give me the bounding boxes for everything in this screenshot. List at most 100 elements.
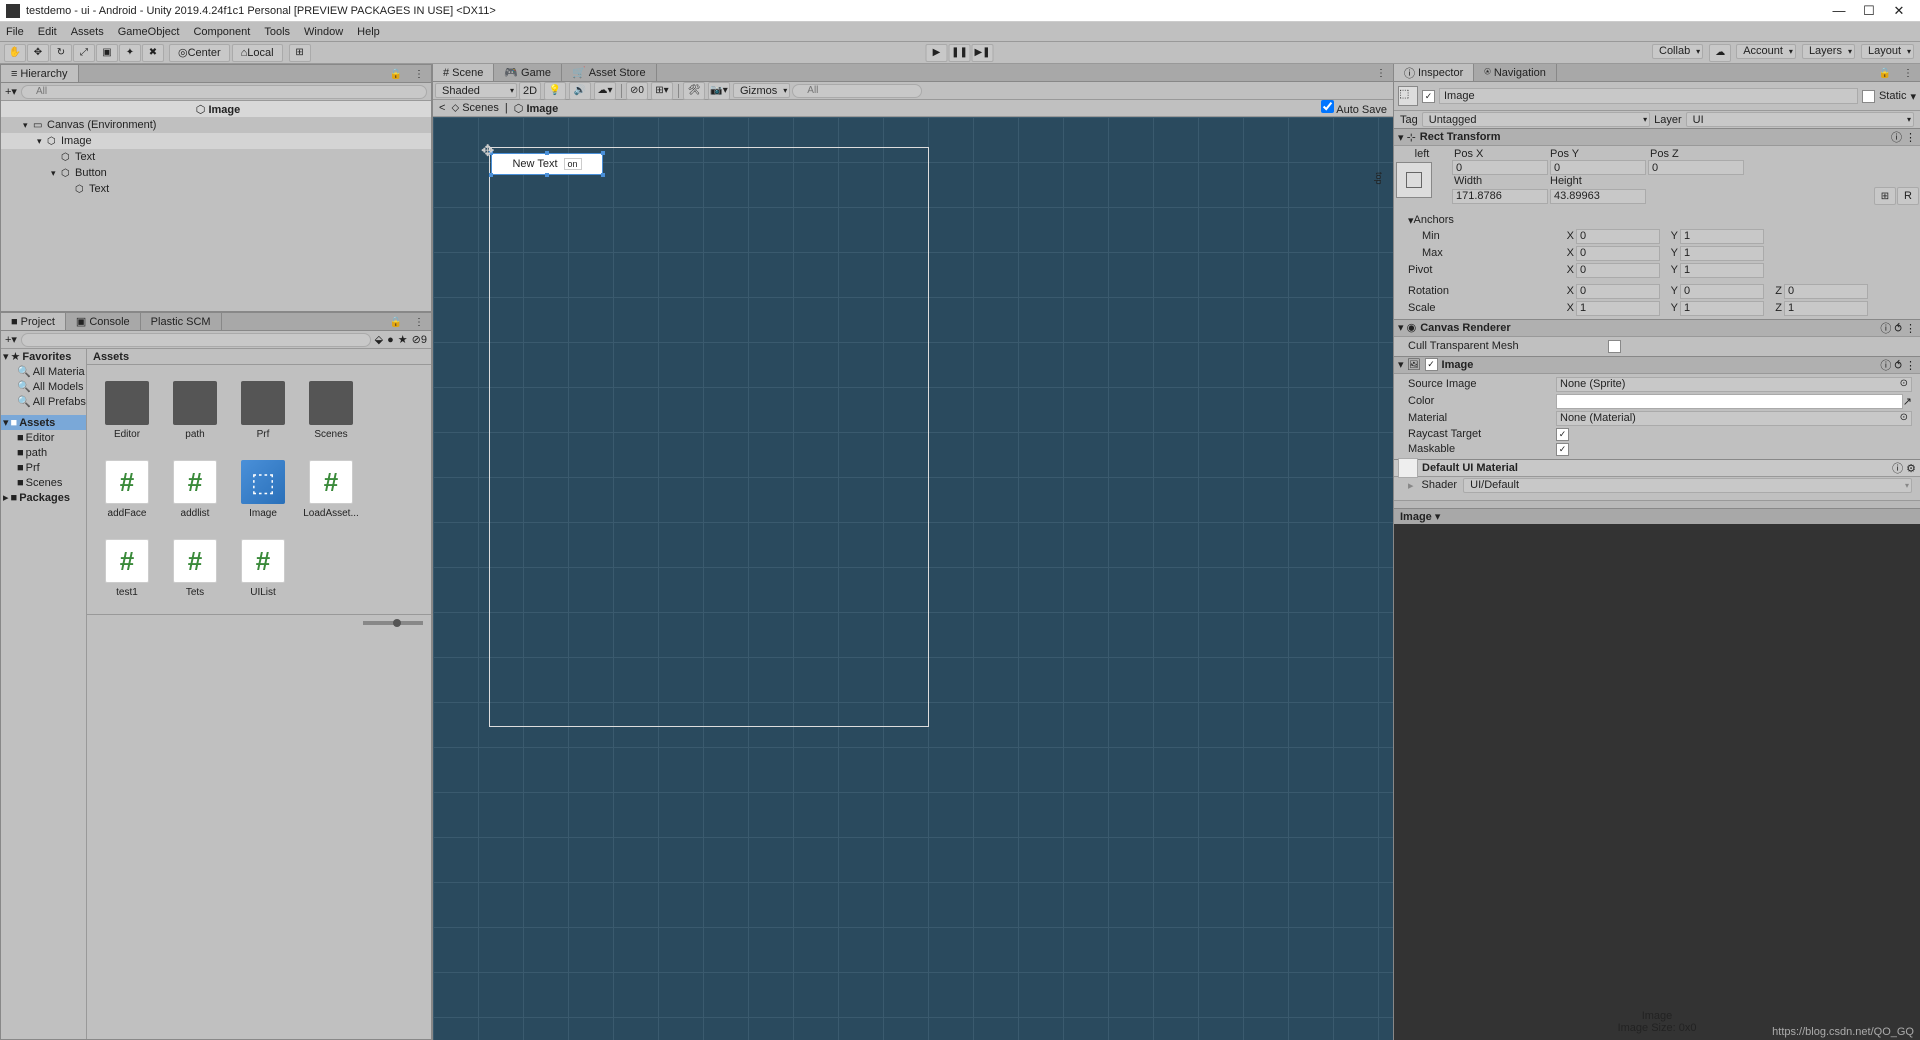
image-enabled-checkbox[interactable] — [1425, 358, 1438, 371]
hierarchy-item[interactable]: ⬡Text — [1, 149, 431, 165]
prefab-header[interactable]: ⬡ Image — [1, 101, 431, 117]
fx-icon[interactable]: ☁▾ — [594, 82, 616, 100]
tree-item[interactable]: 🔍All Materia — [1, 364, 86, 379]
default-material-header[interactable]: Default UI Materialⓘ ⚙ — [1394, 459, 1920, 477]
raw-edit-button[interactable]: R — [1897, 187, 1919, 205]
transform-tool[interactable]: ✦ — [119, 44, 141, 62]
move-tool[interactable]: ✥ — [27, 44, 49, 62]
tools-icon[interactable]: 🛠 — [683, 82, 705, 100]
collab-dropdown[interactable]: Collab — [1652, 44, 1703, 59]
scene-view[interactable]: New Text on ✥ — [433, 117, 1393, 1040]
hierarchy-search[interactable] — [21, 85, 427, 99]
scale-x[interactable] — [1576, 301, 1660, 316]
asset-item[interactable]: #addlist — [171, 460, 219, 519]
selected-object[interactable]: New Text on — [491, 153, 603, 175]
pivot-y[interactable] — [1680, 263, 1764, 278]
pause-button[interactable]: ❚❚ — [949, 44, 971, 62]
tree-item[interactable]: ■Scenes — [1, 475, 86, 490]
breadcrumb-back-icon[interactable]: < — [439, 102, 445, 114]
color-field[interactable] — [1556, 394, 1903, 409]
hand-tool[interactable]: ✋ — [4, 44, 26, 62]
packages-folder[interactable]: ▸■Packages — [1, 490, 86, 505]
grid-icon[interactable]: ⊞▾ — [651, 82, 673, 100]
project-create[interactable]: +▾ — [5, 333, 17, 346]
camera-icon[interactable]: 📷▾ — [708, 82, 730, 100]
asset-item[interactable]: Scenes — [307, 381, 355, 440]
assets-folder[interactable]: ▾■Assets — [1, 415, 86, 430]
height-input[interactable] — [1550, 189, 1646, 204]
menu-component[interactable]: Component — [193, 26, 250, 38]
scene-menu-icon[interactable]: ⋮ — [1370, 64, 1392, 82]
asset-item[interactable]: #Tets — [171, 539, 219, 598]
layer-dropdown[interactable]: UI — [1686, 112, 1914, 127]
search-type-icon[interactable]: ⬙ — [375, 333, 383, 346]
asset-item[interactable]: path — [171, 381, 219, 440]
tree-item[interactable]: ■Editor — [1, 430, 86, 445]
raycast-checkbox[interactable] — [1556, 428, 1569, 441]
breadcrumb-scenes[interactable]: ⬦ Scenes — [451, 102, 498, 115]
rect-tool[interactable]: ▣ — [96, 44, 118, 62]
preview-tab[interactable]: Image ▾ — [1400, 510, 1440, 523]
tab-assetstore[interactable]: 🛒 Asset Store — [562, 64, 657, 81]
tab-hierarchy[interactable]: ≡ Hierarchy — [1, 65, 79, 82]
asset-item[interactable]: #LoadAsset... — [307, 460, 355, 519]
inspector-lock-icon[interactable]: 🔒 — [1874, 64, 1896, 82]
tab-navigation[interactable]: ⍟ Navigation — [1474, 64, 1557, 81]
custom-tool[interactable]: ✖ — [142, 44, 164, 62]
image-component-header[interactable]: ▾ 🖼 Imageⓘ ⥀ ⋮ — [1394, 356, 1920, 374]
gizmos-dropdown[interactable]: Gizmos — [733, 83, 790, 98]
tree-item[interactable]: ■path — [1, 445, 86, 460]
play-button[interactable]: ▶ — [926, 44, 948, 62]
hidden-count[interactable]: ⊘9 — [412, 333, 427, 346]
gameobject-name-input[interactable] — [1439, 88, 1858, 104]
tag-dropdown[interactable]: Untagged — [1422, 112, 1650, 127]
asset-item[interactable]: #UIList — [239, 539, 287, 598]
tab-scene[interactable]: # Scene — [433, 64, 494, 81]
tree-item[interactable]: 🔍All Models — [1, 379, 86, 394]
create-dropdown[interactable]: +▾ — [5, 85, 17, 98]
rot-y[interactable] — [1680, 284, 1764, 299]
asset-item[interactable]: #addFace — [103, 460, 151, 519]
rot-z[interactable] — [1784, 284, 1868, 299]
asset-item[interactable]: #test1 — [103, 539, 151, 598]
hierarchy-item[interactable]: ▾⬡Image — [1, 133, 431, 149]
posx-input[interactable] — [1452, 160, 1548, 175]
anchors-foldout[interactable]: ▾ Anchors — [1394, 213, 1920, 228]
scale-tool[interactable]: ⤢ — [73, 44, 95, 62]
minimize-button[interactable]: — — [1824, 3, 1854, 18]
asset-item[interactable]: Editor — [103, 381, 151, 440]
scene-search[interactable] — [792, 84, 922, 98]
canvas-renderer-header[interactable]: ▾ ◉ Canvas Rendererⓘ ⥀ ⋮ — [1394, 319, 1920, 337]
inspector-menu-icon[interactable]: ⋮ — [1897, 64, 1919, 82]
space-toggle[interactable]: ⌂Local — [232, 44, 283, 62]
tab-project[interactable]: ■ Project — [1, 313, 66, 330]
favorites-folder[interactable]: ▾★Favorites — [1, 349, 86, 364]
2d-toggle[interactable]: 2D — [519, 82, 541, 100]
shader-dropdown[interactable]: UI/Default — [1463, 478, 1912, 493]
layers-dropdown[interactable]: Layers — [1802, 44, 1855, 59]
width-input[interactable] — [1452, 189, 1548, 204]
account-dropdown[interactable]: Account — [1736, 44, 1796, 59]
hierarchy-item[interactable]: ▾▭Canvas (Environment) — [1, 117, 431, 133]
pivot-toggle[interactable]: ◎Center — [169, 44, 230, 62]
blueprint-icon[interactable]: ⊞ — [1874, 187, 1896, 205]
tab-inspector[interactable]: ⓘ Inspector — [1394, 64, 1474, 81]
hierarchy-lock-icon[interactable]: 🔒 — [385, 65, 407, 83]
rotate-tool[interactable]: ↻ — [50, 44, 72, 62]
anchor-min-y[interactable] — [1680, 229, 1764, 244]
tab-console[interactable]: ▣ Console — [66, 313, 141, 330]
favorite-icon[interactable]: ★ — [398, 333, 408, 346]
anchor-max-x[interactable] — [1576, 246, 1660, 261]
menu-help[interactable]: Help — [357, 26, 380, 38]
autosave-toggle[interactable]: Auto Save — [1321, 100, 1387, 116]
maximize-button[interactable]: ☐ — [1854, 3, 1884, 19]
scale-z[interactable] — [1784, 301, 1868, 316]
hierarchy-item[interactable]: ▾⬡Button — [1, 165, 431, 181]
project-lock-icon[interactable]: 🔒 — [385, 313, 407, 331]
tab-plastic[interactable]: Plastic SCM — [141, 313, 222, 330]
move-gizmo-icon[interactable]: ✥ — [481, 141, 494, 161]
anchor-max-y[interactable] — [1680, 246, 1764, 261]
shading-dropdown[interactable]: Shaded — [435, 83, 517, 98]
posy-input[interactable] — [1550, 160, 1646, 175]
close-button[interactable]: ✕ — [1884, 3, 1914, 19]
